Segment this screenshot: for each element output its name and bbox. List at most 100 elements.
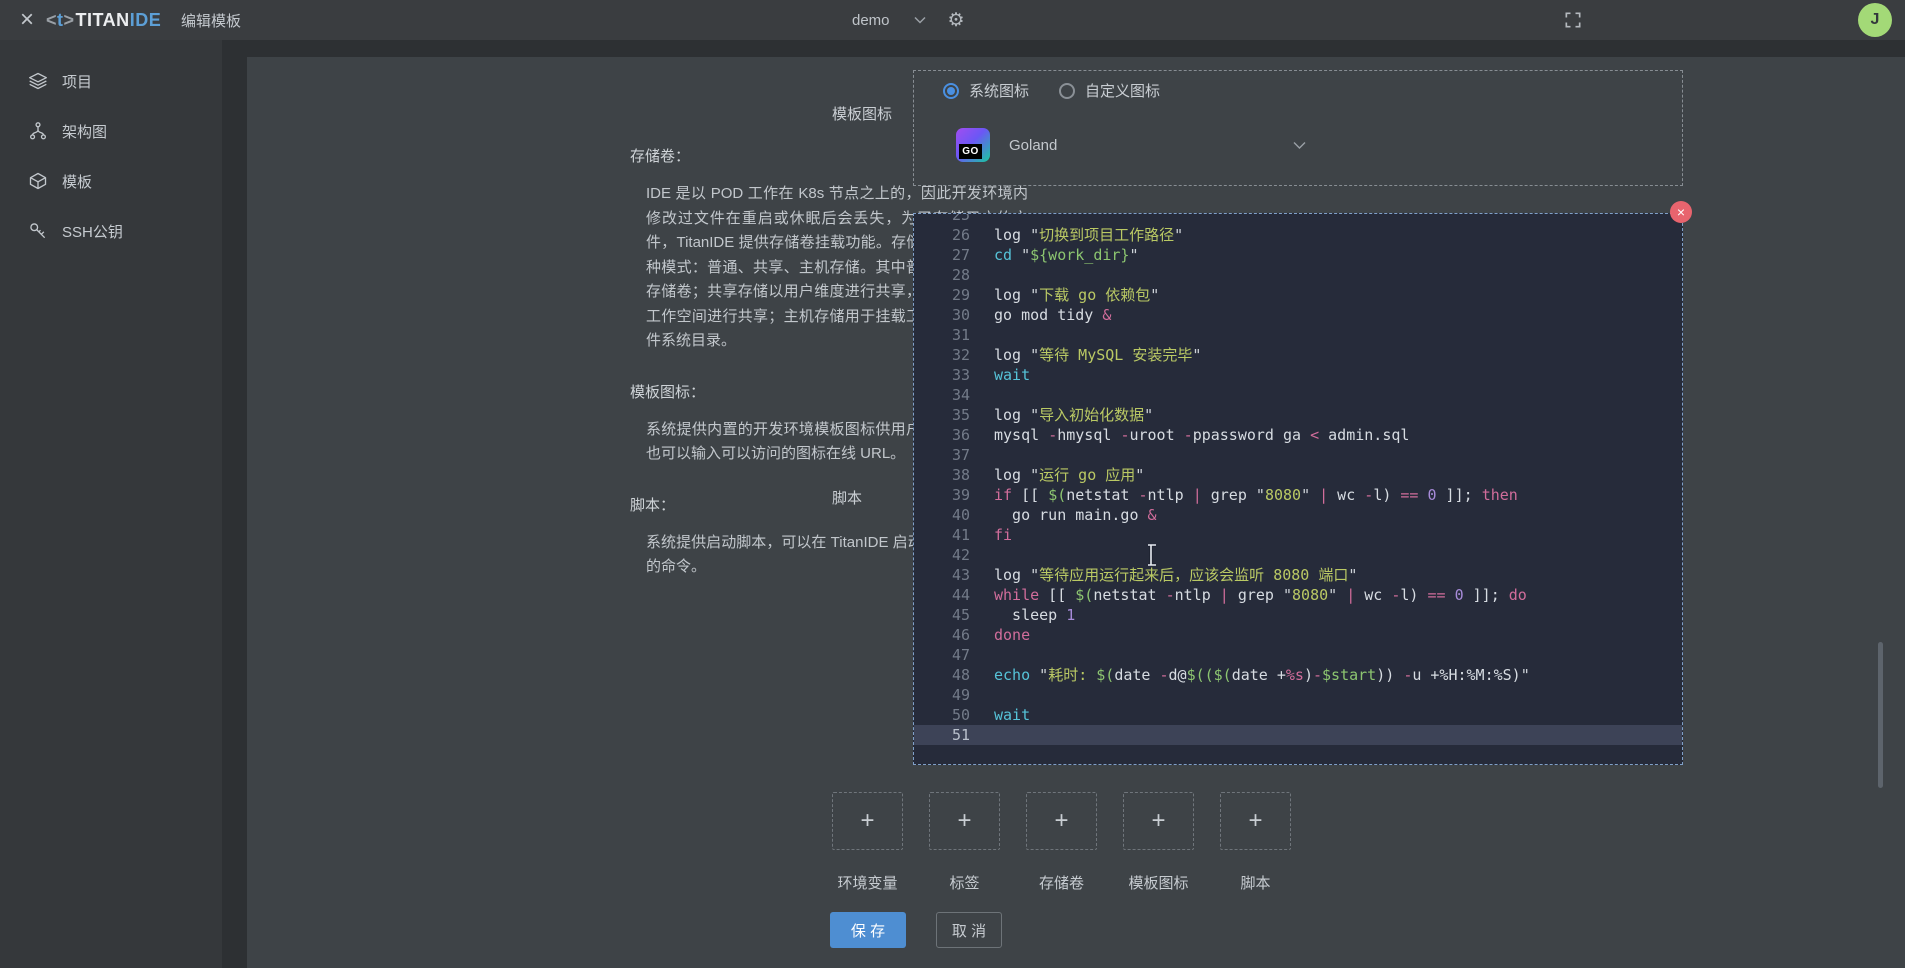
script-editor[interactable]: 2526log "切换到项目工作路径"27cd "${work_dir}"282… — [913, 213, 1683, 765]
radio-custom-icon-label: 自定义图标 — [1085, 80, 1160, 101]
code-text: cd "${work_dir}" — [994, 245, 1139, 265]
radio-circle-icon — [943, 83, 959, 99]
plus-icon: + — [1151, 807, 1165, 835]
code-line[interactable]: 51 — [914, 725, 1682, 745]
plus-icon: + — [1248, 807, 1262, 835]
sidebar-item-label: 架构图 — [62, 121, 107, 142]
add-button-label: 脚本 — [1240, 872, 1270, 893]
code-text: mysql -hmysql -uroot -ppassword ga < adm… — [994, 425, 1409, 445]
add-script-button[interactable]: + — [1220, 792, 1291, 850]
line-number: 40 — [914, 505, 970, 525]
code-line[interactable]: 43 log "等待应用运行起来后，应该会监听 8080 端口" — [914, 565, 1682, 585]
code-text: log "下载 go 依赖包" — [994, 285, 1159, 305]
radio-circle-icon — [1059, 83, 1075, 99]
code-line[interactable]: 40 go run main.go & — [914, 505, 1682, 525]
code-line[interactable]: 45 sleep 1 — [914, 605, 1682, 625]
goland-icon: GO — [956, 128, 990, 162]
line-number: 39 — [914, 485, 970, 505]
user-avatar[interactable]: J — [1858, 3, 1892, 37]
code-line[interactable]: 33wait — [914, 365, 1682, 385]
template-icon-group: 系统图标 自定义图标 GO Goland — [913, 70, 1683, 186]
sidebar-item-label: SSH公钥 — [62, 221, 123, 242]
add-tags-button[interactable]: + — [929, 792, 1000, 850]
remove-script-button[interactable]: × — [1670, 201, 1692, 223]
code-line[interactable]: 26 log "切换到项目工作路径" — [914, 225, 1682, 245]
code-line[interactable]: 42 — [914, 545, 1682, 565]
code-line[interactable]: 38 log "运行 go 应用" — [914, 465, 1682, 485]
sidebar-item-projects[interactable]: 项目 — [0, 56, 222, 106]
radio-custom-icon[interactable]: 自定义图标 — [1059, 80, 1160, 101]
add-button-label: 环境变量 — [837, 872, 897, 893]
icon-select-dropdown[interactable]: GO Goland — [956, 121, 1314, 169]
brand-logo: <t>TITANIDE — [46, 0, 161, 40]
line-number: 37 — [914, 445, 970, 465]
icon-select-value: Goland — [1009, 137, 1057, 154]
code-text: while [[ $(netstat -ntlp | grep "8080" |… — [994, 585, 1527, 605]
code-line[interactable]: 25 — [914, 213, 1682, 225]
code-line[interactable]: 47 — [914, 645, 1682, 665]
line-number: 42 — [914, 545, 970, 565]
line-number: 25 — [914, 213, 970, 225]
code-line[interactable]: 28 — [914, 265, 1682, 285]
code-text: log "等待应用运行起来后，应该会监听 8080 端口" — [994, 565, 1357, 585]
code-line[interactable]: 48echo "耗时: $(date -d@$(($(date +%s)-$st… — [914, 665, 1682, 685]
code-line[interactable]: 41fi — [914, 525, 1682, 545]
code-line[interactable]: 50wait — [914, 705, 1682, 725]
branch-icon — [28, 121, 48, 141]
code-line[interactable]: 30go mod tidy & — [914, 305, 1682, 325]
code-line[interactable]: 35log "导入初始化数据" — [914, 405, 1682, 425]
sidebar-item-ssh-keys[interactable]: SSH公钥 — [0, 206, 222, 256]
code-line[interactable]: 27cd "${work_dir}" — [914, 245, 1682, 265]
workspace-name[interactable]: demo — [852, 12, 890, 29]
code-line[interactable]: 32log "等待 MySQL 安装完毕" — [914, 345, 1682, 365]
add-template-icon-button[interactable]: + — [1123, 792, 1194, 850]
add-buttons-row: +环境变量+标签+存储卷+模板图标+脚本 — [832, 792, 1291, 893]
add-button-label: 模板图标 — [1128, 872, 1188, 893]
code-line[interactable]: 37 — [914, 445, 1682, 465]
code-line[interactable]: 34 — [914, 385, 1682, 405]
line-number: 26 — [914, 225, 970, 245]
cancel-button[interactable]: 取 消 — [936, 912, 1002, 948]
sidebar-item-label: 模板 — [62, 171, 92, 192]
code-line[interactable]: 29log "下载 go 依赖包" — [914, 285, 1682, 305]
line-number: 32 — [914, 345, 970, 365]
chevron-down-icon[interactable] — [914, 16, 926, 24]
code-line[interactable]: 49 — [914, 685, 1682, 705]
line-number: 34 — [914, 385, 970, 405]
code-line[interactable]: 36mysql -hmysql -uroot -ppassword ga < a… — [914, 425, 1682, 445]
code-text: echo "耗时: $(date -d@$(($(date +%s)-$star… — [994, 665, 1530, 685]
chevron-down-icon — [1293, 141, 1306, 150]
save-button[interactable]: 保 存 — [830, 912, 906, 948]
fullscreen-icon[interactable] — [1563, 10, 1583, 30]
code-text: log "导入初始化数据" — [994, 405, 1153, 425]
code-line[interactable]: 31 — [914, 325, 1682, 345]
plus-icon: + — [957, 807, 971, 835]
code-line[interactable]: 46 done — [914, 625, 1682, 645]
line-number: 43 — [914, 565, 970, 585]
code-text: log "切换到项目工作路径" — [994, 225, 1183, 245]
add-env-vars-button[interactable]: + — [832, 792, 903, 850]
page-title: 编辑模板 — [181, 0, 241, 40]
close-icon[interactable]: × — [12, 0, 42, 40]
code-text: wait — [994, 705, 1030, 725]
settings-gear-icon[interactable]: ⚙ — [948, 11, 965, 30]
code-line[interactable]: 44 while [[ $(netstat -ntlp | grep "8080"… — [914, 585, 1682, 605]
radio-system-icon[interactable]: 系统图标 — [943, 80, 1029, 101]
page-scrollbar[interactable] — [1878, 642, 1883, 788]
line-number: 44 — [914, 585, 970, 605]
line-number: 33 — [914, 365, 970, 385]
code-text: done — [994, 625, 1030, 645]
sidebar-item-architecture[interactable]: 架构图 — [0, 106, 222, 156]
code-text: go run main.go & — [994, 505, 1157, 525]
code-text: fi — [994, 525, 1012, 545]
line-number: 49 — [914, 685, 970, 705]
code-text: log "运行 go 应用" — [994, 465, 1144, 485]
key-icon — [28, 221, 48, 241]
line-number: 38 — [914, 465, 970, 485]
topbar: × <t>TITANIDE 编辑模板 demo ⚙ J — [0, 0, 1905, 40]
radio-system-icon-label: 系统图标 — [969, 80, 1029, 101]
code-line[interactable]: 39if [[ $(netstat -ntlp | grep "8080" | … — [914, 485, 1682, 505]
line-number: 46 — [914, 625, 970, 645]
sidebar-item-templates[interactable]: 模板 — [0, 156, 222, 206]
add-volumes-button[interactable]: + — [1026, 792, 1097, 850]
